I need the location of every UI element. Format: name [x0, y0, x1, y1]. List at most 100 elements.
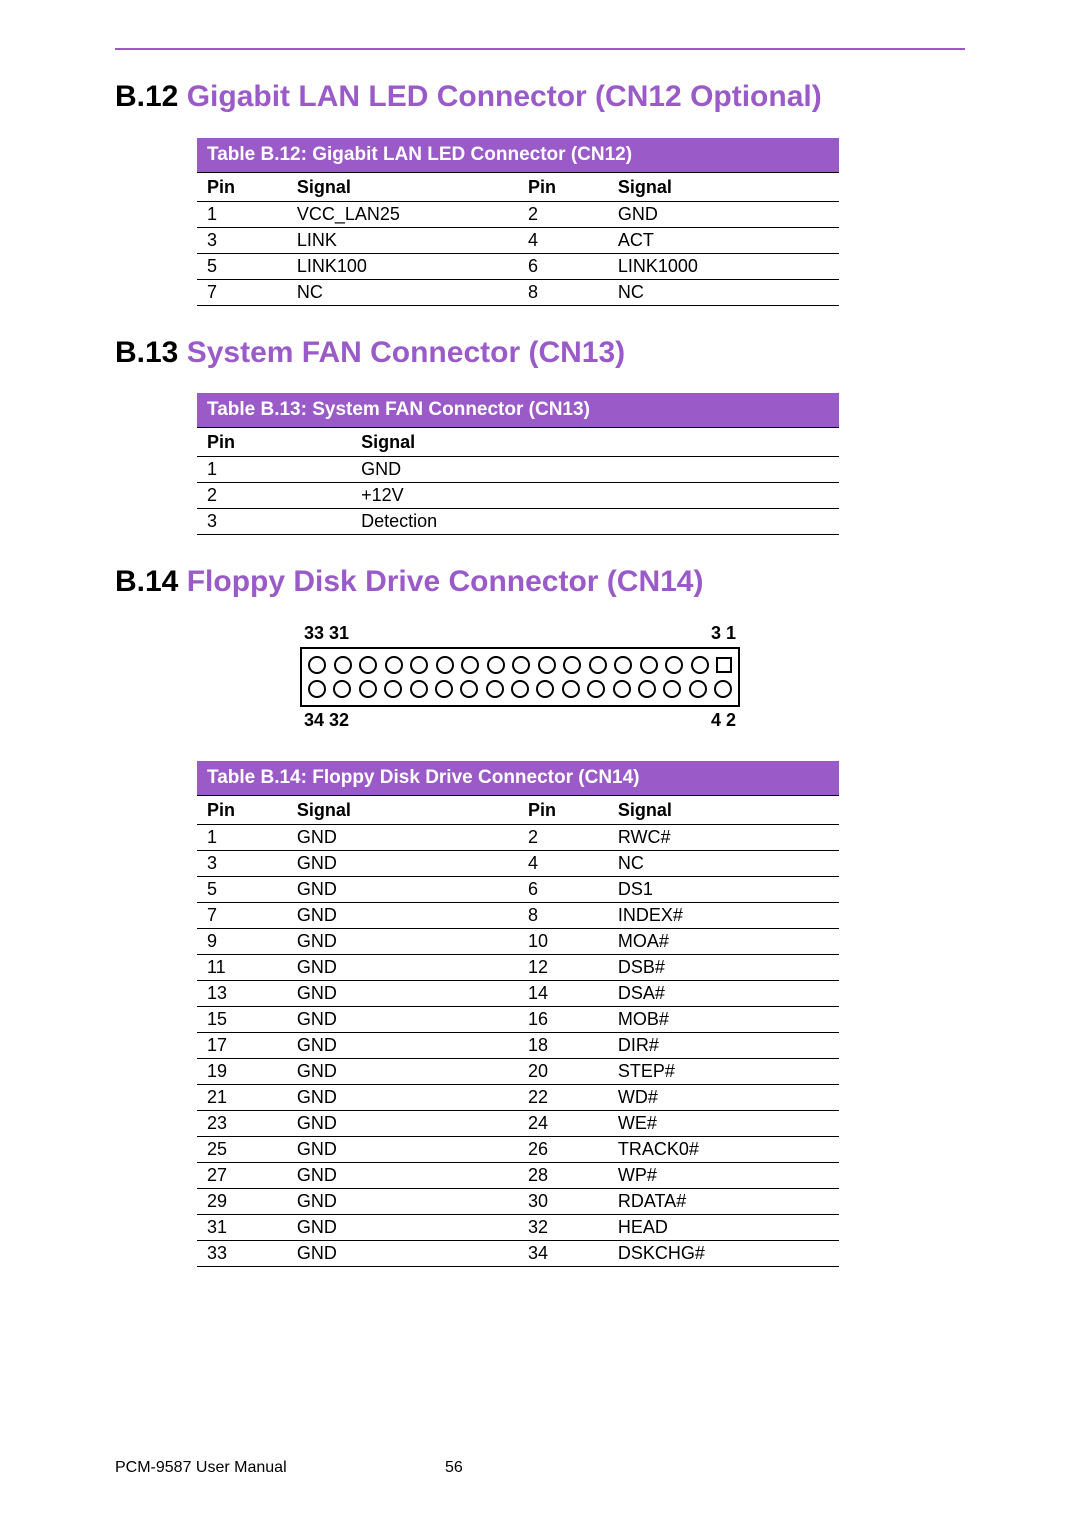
pin-row — [308, 677, 732, 701]
pin-circle-icon — [435, 680, 453, 698]
table-cell: 24 — [518, 1110, 608, 1136]
table-row: 3Detection — [197, 509, 839, 535]
table-cell: 27 — [197, 1162, 287, 1188]
table-row: 5LINK1006LINK1000 — [197, 253, 839, 279]
page-number: 56 — [445, 1459, 463, 1477]
table-b13: Table B.13: System FAN Connector (CN13) … — [197, 393, 839, 535]
table-cell: ACT — [608, 227, 839, 253]
table-caption: Table B.13: System FAN Connector (CN13) — [197, 393, 839, 428]
table-cell: 32 — [518, 1214, 608, 1240]
pin-circle-icon — [487, 656, 505, 674]
table-cell: 10 — [518, 928, 608, 954]
table-cell: GND — [287, 1162, 518, 1188]
table-cell: 6 — [518, 253, 608, 279]
table-row: 3LINK4ACT — [197, 227, 839, 253]
pin-circle-icon — [714, 680, 732, 698]
section-title: Floppy Disk Drive Connector (CN14) — [187, 565, 704, 598]
pin-row — [308, 653, 732, 677]
table-cell: DS1 — [608, 876, 839, 902]
table-cell: 1 — [197, 457, 351, 483]
table-cell: LINK100 — [287, 253, 518, 279]
table-cell: 4 — [518, 227, 608, 253]
table-cell: GND — [287, 1214, 518, 1240]
table-cell: DIR# — [608, 1032, 839, 1058]
table-cell: DSA# — [608, 980, 839, 1006]
table-cell: GND — [287, 1110, 518, 1136]
pin-labels-bottom: 34 32 4 2 — [300, 710, 740, 731]
table-b14: Table B.14: Floppy Disk Drive Connector … — [197, 761, 839, 1267]
table-cell: GND — [287, 850, 518, 876]
pin-circle-icon — [589, 656, 607, 674]
pin-circle-icon — [563, 656, 581, 674]
pin-circle-icon — [486, 680, 504, 698]
pin-circle-icon — [461, 656, 479, 674]
column-header: Signal — [287, 172, 518, 201]
table-cell: 11 — [197, 954, 287, 980]
table-cell: 6 — [518, 876, 608, 902]
section-title: System FAN Connector (CN13) — [187, 336, 625, 369]
table-cell: GND — [287, 824, 518, 850]
table-cell: RDATA# — [608, 1188, 839, 1214]
table-cell: 25 — [197, 1136, 287, 1162]
table-cell: LINK1000 — [608, 253, 839, 279]
table-b12: Table B.12: Gigabit LAN LED Connector (C… — [197, 138, 839, 306]
table-cell: 28 — [518, 1162, 608, 1188]
top-rule — [115, 48, 965, 50]
table-cell: GND — [287, 1188, 518, 1214]
table-cell: GND — [287, 1006, 518, 1032]
table-row: 1VCC_LAN252GND — [197, 201, 839, 227]
table-row: 23GND24WE# — [197, 1110, 839, 1136]
table-caption: Table B.14: Floppy Disk Drive Connector … — [197, 761, 839, 796]
table-cell: LINK — [287, 227, 518, 253]
section-b14-heading: B.14 Floppy Disk Drive Connector (CN14) — [115, 563, 965, 601]
table-cell: NC — [608, 850, 839, 876]
pin-circle-icon — [613, 680, 631, 698]
column-header: Signal — [287, 795, 518, 824]
pin-circle-icon — [359, 680, 377, 698]
table-row: 19GND20STEP# — [197, 1058, 839, 1084]
table-cell: 7 — [197, 279, 287, 305]
page-footer: PCM-9587 User Manual 56 — [115, 1459, 965, 1477]
table-cell: 33 — [197, 1240, 287, 1266]
table-cell: 5 — [197, 253, 287, 279]
table-cell: MOA# — [608, 928, 839, 954]
table-cell: 8 — [518, 279, 608, 305]
table-row: 31GND32HEAD — [197, 1214, 839, 1240]
table-caption: Table B.12: Gigabit LAN LED Connector (C… — [197, 138, 839, 173]
pin-circle-icon — [410, 680, 428, 698]
table-cell: 30 — [518, 1188, 608, 1214]
column-header: Signal — [351, 428, 839, 457]
table-cell: 1 — [197, 824, 287, 850]
table-row: 7GND8INDEX# — [197, 902, 839, 928]
table-cell: RWC# — [608, 824, 839, 850]
table-cell: GND — [287, 902, 518, 928]
table-cell: 34 — [518, 1240, 608, 1266]
section-number: B.13 — [115, 336, 178, 369]
section-title: Gigabit LAN LED Connector (CN12 Optional… — [187, 80, 822, 113]
table-cell: VCC_LAN25 — [287, 201, 518, 227]
column-header: Pin — [518, 172, 608, 201]
table-cell: 20 — [518, 1058, 608, 1084]
table-cell: 3 — [197, 227, 287, 253]
table-row: 1GND — [197, 457, 839, 483]
pin-circle-icon — [562, 680, 580, 698]
table-cell: WP# — [608, 1162, 839, 1188]
table-row: 21GND22WD# — [197, 1084, 839, 1110]
pin-circle-icon — [638, 680, 656, 698]
table-row: 13GND14DSA# — [197, 980, 839, 1006]
pin-circle-icon — [460, 680, 478, 698]
table-row: 7NC8NC — [197, 279, 839, 305]
pin-circle-icon — [333, 680, 351, 698]
table-cell: 3 — [197, 850, 287, 876]
table-cell: GND — [287, 1136, 518, 1162]
section-number: B.12 — [115, 80, 178, 113]
table-cell: GND — [287, 876, 518, 902]
pin-circle-icon — [665, 656, 683, 674]
table-cell: 17 — [197, 1032, 287, 1058]
table-cell: 29 — [197, 1188, 287, 1214]
table-row: 9GND10MOA# — [197, 928, 839, 954]
table-cell: DSKCHG# — [608, 1240, 839, 1266]
table-cell: GND — [351, 457, 839, 483]
pin-circle-icon — [640, 656, 658, 674]
table-cell: 4 — [518, 850, 608, 876]
